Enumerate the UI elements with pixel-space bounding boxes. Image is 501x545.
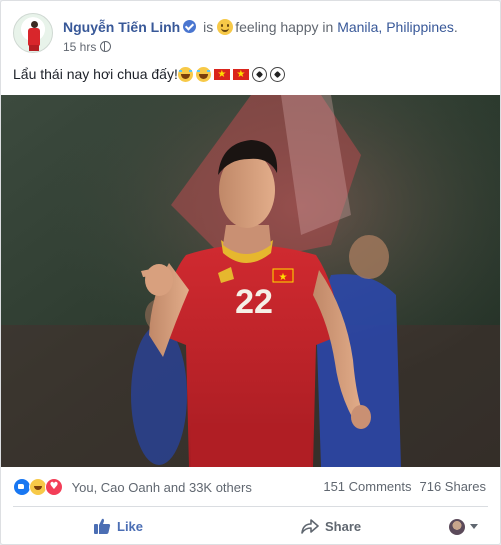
like-button[interactable]: Like [93,514,143,540]
feed-post: Nguyễn Tiến Linh is feeling happy in Mani… [0,0,501,545]
feeling-text: feeling happy in [235,19,334,35]
author-avatar[interactable] [13,13,53,53]
post-photo[interactable]: ★ 22 [1,95,500,467]
football-player-photo: ★ 22 [1,95,500,467]
avatar-figure-body [28,28,40,46]
reaction-identity-selector[interactable] [449,518,478,536]
jersey-number: 22 [235,283,273,321]
location-link[interactable]: Manila, Philippines [337,19,454,35]
actions-divider [13,506,488,507]
headline-verb: is [203,19,214,35]
share-label: Share [325,519,362,534]
avatar-figure-head [31,21,38,28]
rofl-emoji-icon [195,67,211,82]
post-meta: 15 hrs [63,39,112,55]
player-shorts [191,423,311,467]
vietnam-flag-icon [213,66,230,84]
post-headline: Nguyễn Tiến Linh is feeling happy in Mani… [63,18,458,36]
avatar-figure-legs [29,45,39,51]
like-label: Like [117,519,144,534]
jersey-flag-star: ★ [279,272,288,283]
comments-count-link[interactable]: 151 Comments [323,479,411,494]
reactions-text: You, Cao Oanh and 33K others [71,480,252,495]
location-suffix: . [453,19,458,35]
author-name-link[interactable]: Nguyễn Tiến Linh [63,19,180,35]
share-button[interactable]: Share [301,514,361,540]
love-reaction-icon [45,478,63,496]
thumbs-up-icon [94,518,111,534]
verified-badge-icon [183,20,197,33]
player-right-hand [351,405,371,429]
share-arrow-icon [301,519,319,534]
chevron-down-icon [470,524,478,530]
vietnam-flag-icon [232,66,249,84]
reactions-summary[interactable]: You, Cao Oanh and 33K others [13,478,252,496]
post-text: Lẩu thái nay hơi chua đấy! [13,65,288,84]
soccer-ball-icon [251,67,267,82]
soccer-ball-icon [269,67,285,82]
feeling-happy-icon [217,19,234,35]
shares-count-link[interactable]: 716 Shares [420,479,487,494]
engagement-counts: 151 Comments 716 Shares [323,478,486,496]
globe-icon[interactable] [100,41,112,52]
post-text-body: Lẩu thái nay hơi chua đấy! [13,66,178,82]
blurred-opponent-right-head [349,235,389,279]
rofl-emoji-icon [177,67,193,82]
user-avatar [449,518,465,535]
post-timestamp-link[interactable]: 15 hrs [63,40,96,54]
